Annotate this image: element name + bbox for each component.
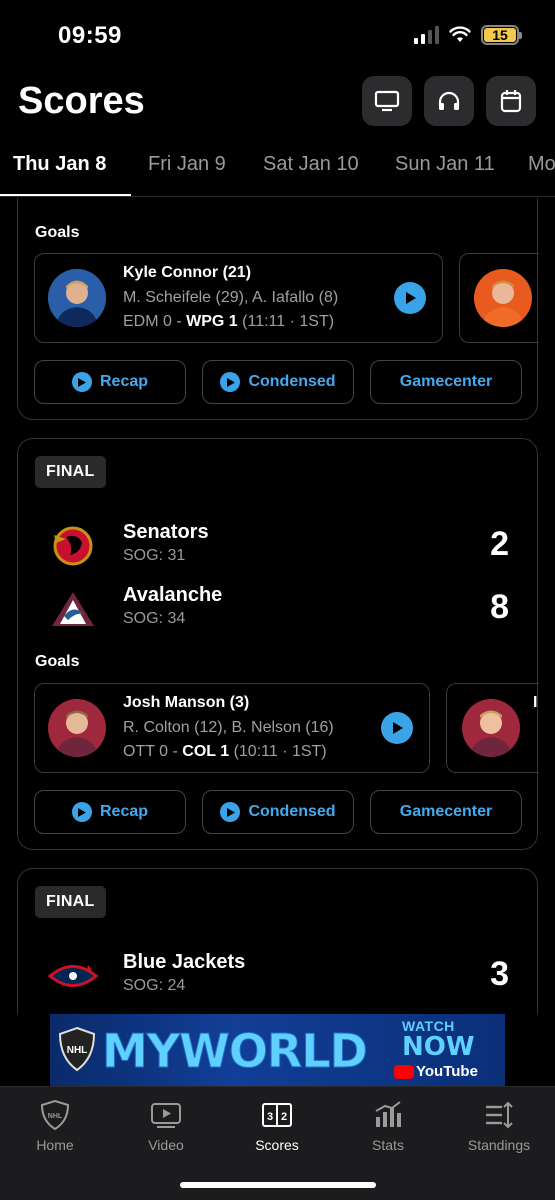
- team-score: 8: [490, 588, 509, 626]
- bar-chart-icon: [375, 1101, 401, 1127]
- team-name: Blue Jackets: [123, 951, 246, 973]
- team-sog: SOG: 31: [123, 547, 186, 564]
- play-icon: [71, 802, 92, 822]
- goal-assists: M. Scheifele (29), A. Iafallo (8): [123, 289, 339, 306]
- next-goal-scorer-partial: I: [533, 694, 538, 711]
- goal-scorer: Josh Manson (3): [123, 694, 250, 711]
- svg-text:3: 3: [267, 1111, 273, 1123]
- wifi-icon: [449, 26, 471, 42]
- goals-label: Goals: [35, 653, 80, 670]
- play-icon: [220, 372, 241, 392]
- goal-card-next[interactable]: [459, 253, 539, 343]
- tab-sun-jan-11[interactable]: Sun Jan 11: [395, 153, 495, 176]
- team-sog: SOG: 24: [123, 977, 186, 994]
- video-play-icon: [151, 1103, 181, 1128]
- team-score: 3: [490, 955, 509, 993]
- tab-next-day[interactable]: Mo: [528, 153, 555, 176]
- status-badge: FINAL: [35, 886, 106, 918]
- goals-label: Goals: [35, 224, 80, 241]
- goal-card[interactable]: Josh Manson (3) R. Colton (12), B. Nelso…: [34, 683, 430, 773]
- svg-text:2: 2: [281, 1111, 287, 1123]
- nav-video[interactable]: Video: [116, 1099, 216, 1153]
- goal-scorer: Kyle Connor (21): [123, 264, 252, 281]
- play-goal-button[interactable]: [394, 282, 426, 314]
- recap-button[interactable]: Recap: [34, 360, 186, 404]
- goal-card-next[interactable]: I: [446, 683, 539, 773]
- tab-sat-jan-10[interactable]: Sat Jan 10: [263, 153, 359, 176]
- team-name: Senators: [123, 521, 209, 543]
- svg-text:NHL: NHL: [67, 1045, 88, 1056]
- status-time: 09:59: [58, 22, 122, 49]
- play-icon: [220, 802, 241, 822]
- tab-fri-jan-9[interactable]: Fri Jan 9: [148, 153, 226, 176]
- headphones-icon: [438, 91, 460, 110]
- play-icon: [406, 292, 416, 304]
- recap-button[interactable]: Recap: [34, 790, 186, 834]
- banner-now: NOW: [402, 1032, 475, 1062]
- play-icon: [71, 372, 92, 392]
- svg-text:NHL: NHL: [48, 1113, 63, 1120]
- status-badge: FINAL: [35, 456, 106, 488]
- player-avatar: [48, 699, 106, 757]
- goal-card[interactable]: Kyle Connor (21) M. Scheifele (29), A. I…: [34, 253, 443, 343]
- nhl-shield-icon: NHL: [40, 1099, 70, 1131]
- team-row: Senators SOG: 31 2: [18, 519, 539, 575]
- team-score: 2: [490, 525, 509, 563]
- team-name: Avalanche: [123, 584, 223, 606]
- team-sog: SOG: 34: [123, 610, 186, 627]
- team-row: Avalanche SOG: 34 8: [18, 582, 539, 638]
- battery-icon: 15: [481, 25, 522, 45]
- tab-thu-jan-8[interactable]: Thu Jan 8: [13, 153, 106, 176]
- date-tabs: Thu Jan 8 Fri Jan 9 Sat Jan 10 Sun Jan 1…: [0, 145, 555, 197]
- header: Scores: [0, 74, 555, 134]
- goal-score-line: EDM 0 - WPG 1 (11:11 · 1ST): [123, 313, 335, 330]
- calendar-button[interactable]: [486, 76, 536, 126]
- active-tab-indicator: [0, 194, 131, 196]
- status-bar: 09:59 15: [0, 0, 555, 70]
- nhl-shield-icon: NHL: [58, 1026, 96, 1072]
- scores-list[interactable]: Goals Kyle Connor (21) M. Scheifele (29)…: [0, 198, 555, 1014]
- nav-standings[interactable]: Standings: [449, 1099, 549, 1153]
- senators-logo-icon: [53, 526, 93, 566]
- ad-banner-image[interactable]: NHL MYWORLD WATCH NOW YouTube: [50, 1014, 505, 1086]
- banner-youtube: YouTube: [416, 1063, 478, 1080]
- scoreboard-icon: 3 2: [262, 1103, 292, 1127]
- nav-stats[interactable]: Stats: [338, 1099, 438, 1153]
- player-avatar: [474, 269, 532, 327]
- home-indicator[interactable]: [180, 1182, 376, 1188]
- bottom-nav: NHL Home Video 3 2 Scores Stats Standing…: [0, 1086, 555, 1200]
- gamecenter-button[interactable]: Gamecenter: [370, 360, 522, 404]
- tv-button[interactable]: [362, 76, 412, 126]
- audio-button[interactable]: [424, 76, 474, 126]
- goal-assists: R. Colton (12), B. Nelson (16): [123, 719, 334, 736]
- nav-home[interactable]: NHL Home: [5, 1099, 105, 1153]
- banner-headline: MYWORLD: [102, 1024, 369, 1079]
- standings-list-icon: [486, 1101, 513, 1129]
- game-card: Goals Kyle Connor (21) M. Scheifele (29)…: [17, 198, 539, 420]
- gamecenter-button[interactable]: Gamecenter: [370, 790, 522, 834]
- ad-banner[interactable]: NHL MYWORLD WATCH NOW YouTube: [0, 1014, 555, 1086]
- nav-scores[interactable]: 3 2 Scores: [227, 1099, 327, 1153]
- cellular-signal-icon: [414, 26, 439, 44]
- condensed-button[interactable]: Condensed: [202, 360, 354, 404]
- page-title: Scores: [18, 80, 145, 122]
- goal-score-line: OTT 0 - COL 1 (10:11 · 1ST): [123, 743, 327, 760]
- avalanche-logo-icon: [52, 592, 94, 626]
- blue-jackets-logo-icon: [47, 965, 99, 987]
- play-icon: [393, 722, 403, 734]
- player-avatar: [48, 269, 106, 327]
- battery-level: 15: [484, 27, 516, 43]
- play-goal-button[interactable]: [381, 712, 413, 744]
- calendar-icon: [500, 90, 522, 113]
- game-card[interactable]: FINAL Senators SOG: 31 2 Avalanche SOG: …: [17, 438, 539, 850]
- condensed-button[interactable]: Condensed: [202, 790, 354, 834]
- status-icons: 15: [414, 25, 522, 45]
- youtube-icon: [394, 1065, 414, 1079]
- player-avatar: [462, 699, 520, 757]
- tv-icon: [374, 90, 400, 112]
- team-row: Blue Jackets SOG: 24 3: [18, 949, 539, 1005]
- game-card[interactable]: FINAL Blue Jackets SOG: 24 3: [17, 868, 538, 1014]
